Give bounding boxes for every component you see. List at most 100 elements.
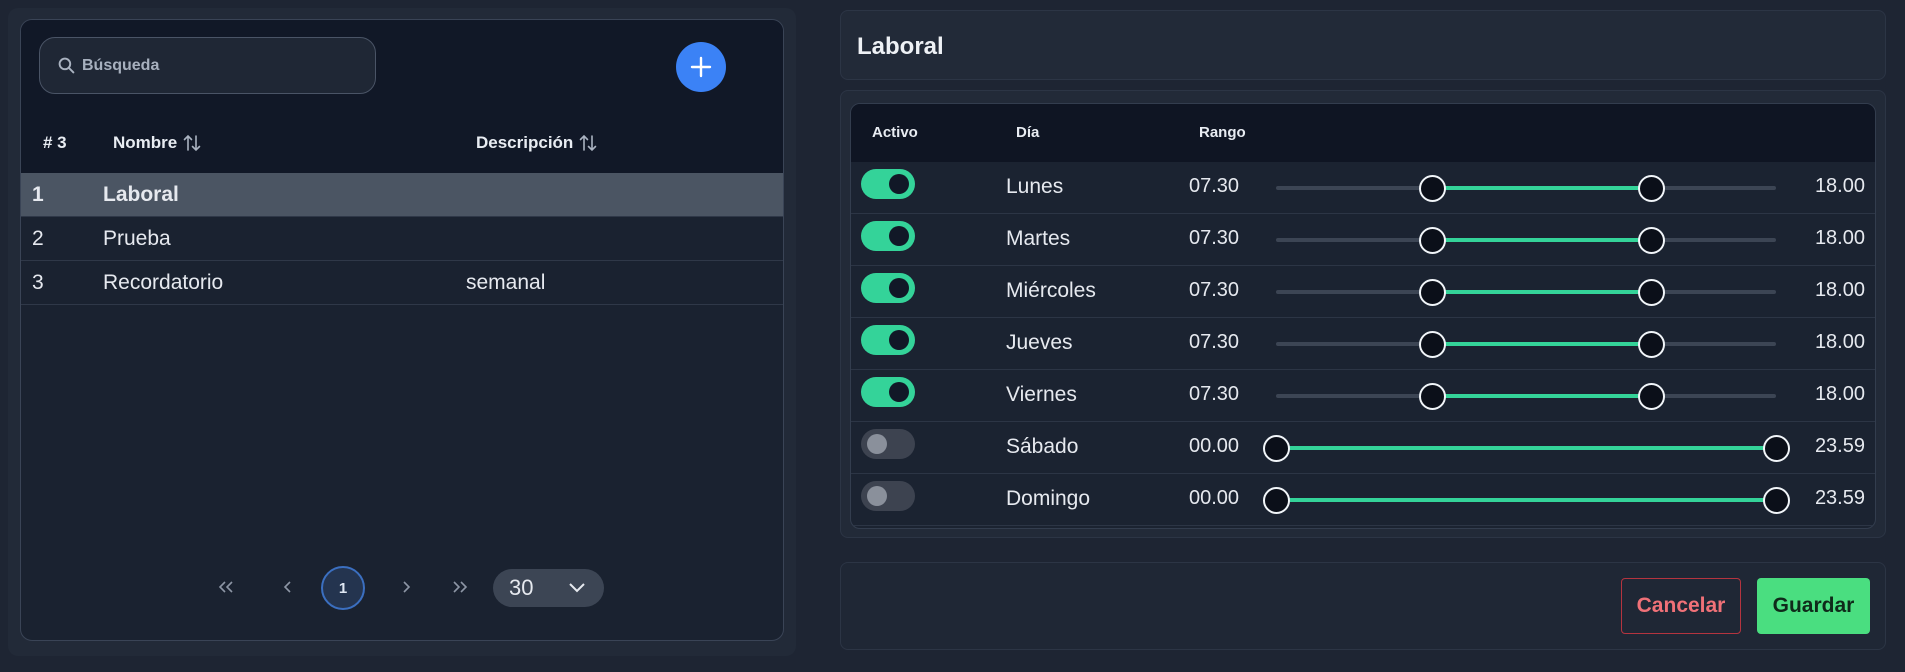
range-slider-fill	[1432, 394, 1651, 398]
search-box[interactable]	[39, 37, 376, 94]
detail-title-card: Laboral	[840, 10, 1886, 80]
day-label: Miércoles	[1006, 279, 1096, 302]
search-icon	[58, 57, 75, 74]
column-description[interactable]: Descripción	[476, 133, 598, 153]
active-toggle[interactable]	[861, 221, 915, 251]
range-slider-fill	[1432, 342, 1651, 346]
active-toggle[interactable]	[861, 325, 915, 355]
cancel-button[interactable]: Cancelar	[1621, 578, 1741, 634]
column-name[interactable]: Nombre	[113, 133, 202, 153]
range-end: 18.00	[1814, 227, 1865, 249]
table-row[interactable]: 3 Recordatorio semanal	[21, 261, 783, 305]
range-start-thumb[interactable]	[1418, 227, 1446, 254]
schedule-row: Lunes 07.30 18.00	[851, 162, 1875, 214]
active-toggle[interactable]	[861, 273, 915, 303]
range-start: 07.30	[1189, 331, 1240, 353]
column-active: Activo	[872, 124, 918, 141]
range-end-thumb[interactable]	[1762, 487, 1790, 514]
sort-icon[interactable]	[578, 133, 598, 153]
range-slider-fill	[1276, 498, 1776, 502]
range-end-thumb[interactable]	[1637, 175, 1665, 202]
range-start-thumb[interactable]	[1262, 435, 1290, 462]
toggle-knob	[889, 330, 909, 350]
prev-page-button[interactable]	[273, 566, 303, 608]
column-name-label: Nombre	[113, 133, 178, 152]
toggle-knob	[867, 486, 887, 506]
row-name: Prueba	[103, 227, 171, 250]
range-start: 00.00	[1189, 435, 1240, 457]
sort-icon[interactable]	[182, 133, 202, 153]
table-row[interactable]: 2 Prueba	[21, 217, 783, 261]
list-card: # 3 Nombre Descripción 1 Laboral 2 Prueb…	[20, 19, 784, 641]
row-description: semanal	[466, 271, 546, 294]
schedule-row: Jueves 07.30 18.00	[851, 318, 1875, 370]
schedule-header: Activo Día Rango	[851, 104, 1875, 162]
range-start-thumb[interactable]	[1262, 487, 1290, 514]
chevron-down-icon	[569, 583, 585, 593]
active-toggle[interactable]	[861, 429, 915, 459]
plus-icon	[690, 56, 712, 78]
toggle-knob	[889, 382, 909, 402]
day-label: Sábado	[1006, 435, 1079, 458]
save-button[interactable]: Guardar	[1757, 578, 1870, 634]
search-input[interactable]	[82, 56, 332, 75]
column-range: Rango	[1199, 124, 1246, 141]
table-row[interactable]: 1 Laboral	[21, 173, 783, 217]
range-end-thumb[interactable]	[1637, 227, 1665, 254]
first-page-button[interactable]	[211, 566, 241, 608]
day-label: Domingo	[1006, 487, 1091, 510]
list-header: # 3 Nombre Descripción	[21, 20, 783, 174]
range-end: 18.00	[1814, 331, 1865, 353]
range-start-thumb[interactable]	[1418, 383, 1446, 410]
per-page-select[interactable]: 30	[493, 569, 604, 607]
chevron-left-icon	[283, 581, 291, 593]
range-start: 07.30	[1189, 279, 1240, 301]
column-description-label: Descripción	[476, 133, 574, 152]
range-end: 23.59	[1814, 487, 1865, 509]
day-label: Jueves	[1006, 331, 1073, 354]
toggle-knob	[889, 174, 909, 194]
range-end: 18.00	[1814, 279, 1865, 301]
actions-bar: Cancelar Guardar	[840, 562, 1886, 650]
column-count-label: # 3	[43, 133, 67, 152]
range-start: 07.30	[1189, 383, 1240, 405]
range-end-thumb[interactable]	[1637, 383, 1665, 410]
double-chevron-left-icon	[218, 581, 233, 593]
range-start-thumb[interactable]	[1418, 331, 1446, 358]
active-toggle[interactable]	[861, 481, 915, 511]
next-page-button[interactable]	[391, 566, 421, 608]
active-toggle[interactable]	[861, 377, 915, 407]
range-slider-fill	[1432, 290, 1651, 294]
range-end-thumb[interactable]	[1637, 331, 1665, 358]
schedule-row: Sábado 00.00 23.59	[851, 422, 1875, 474]
range-end-thumb[interactable]	[1637, 279, 1665, 306]
range-slider-fill	[1432, 238, 1651, 242]
row-number: 1	[32, 183, 44, 206]
add-button[interactable]	[676, 42, 726, 92]
range-start-thumb[interactable]	[1418, 279, 1446, 306]
schedule-table: Activo Día Rango Lunes 07.30 18.00 Martes 07…	[850, 103, 1876, 529]
double-chevron-right-icon	[453, 581, 468, 593]
page-title: Laboral	[857, 33, 944, 60]
day-label: Viernes	[1006, 383, 1077, 406]
range-start: 07.30	[1189, 175, 1240, 197]
schedule-row: Miércoles 07.30 18.00	[851, 266, 1875, 318]
column-day: Día	[1016, 124, 1040, 141]
schedule-row: Viernes 07.30 18.00	[851, 370, 1875, 422]
per-page-value: 30	[509, 575, 534, 600]
row-number: 3	[32, 271, 44, 294]
row-name: Laboral	[103, 183, 179, 206]
toggle-knob	[889, 278, 909, 298]
toggle-knob	[867, 434, 887, 454]
last-page-button[interactable]	[445, 566, 475, 608]
range-slider-fill	[1276, 446, 1776, 450]
current-page-button[interactable]: 1	[321, 566, 365, 610]
range-start-thumb[interactable]	[1418, 175, 1446, 202]
active-toggle[interactable]	[861, 169, 915, 199]
schedule-row: Domingo 00.00 23.59	[851, 474, 1875, 526]
range-slider-fill	[1432, 186, 1651, 190]
range-end: 23.59	[1814, 435, 1865, 457]
current-page-label: 1	[338, 579, 348, 597]
range-end-thumb[interactable]	[1762, 435, 1790, 462]
range-start: 07.30	[1189, 227, 1240, 249]
